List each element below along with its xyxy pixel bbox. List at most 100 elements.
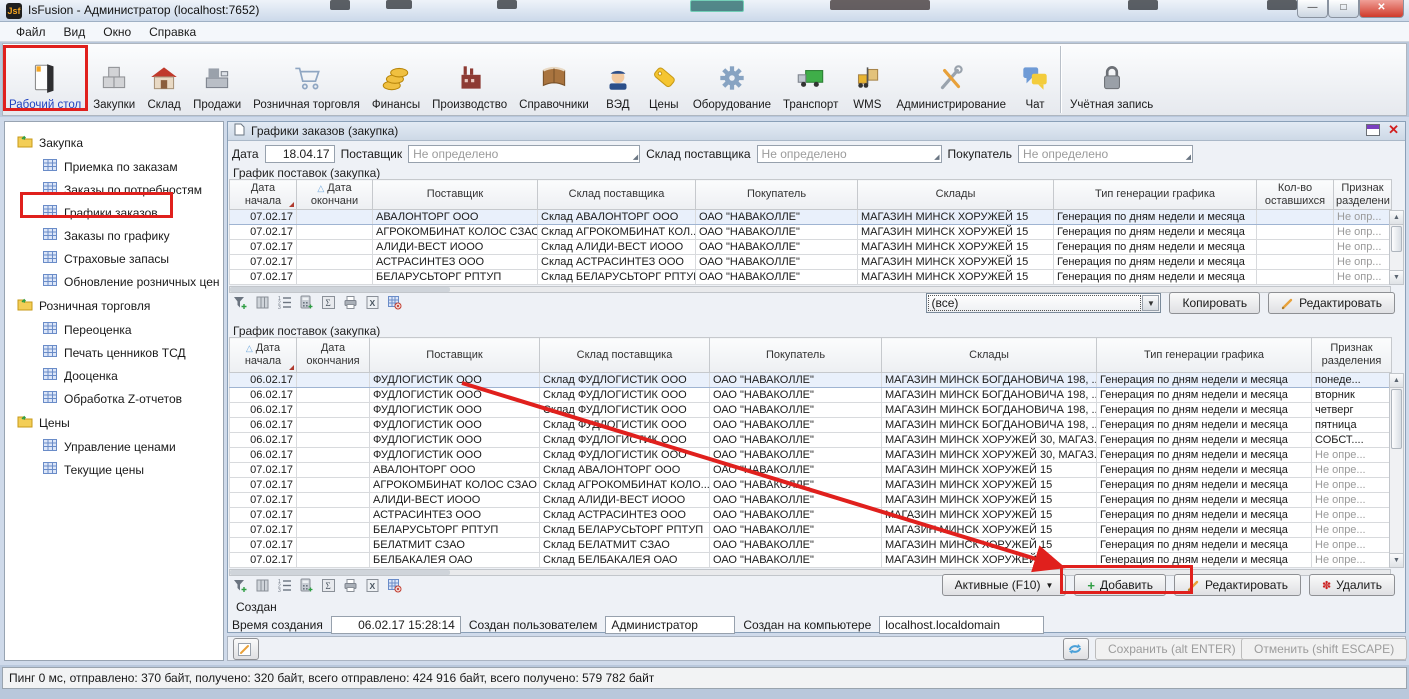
toolbar-item-zakupki[interactable]: Закупки [87,44,141,115]
columns-icon[interactable] [254,294,271,310]
sidebar-item-grafiki-zakazov[interactable]: Графики заказов [5,201,223,224]
column-header[interactable]: Покупатель [696,180,858,210]
filter-add-icon[interactable] [232,294,249,310]
table-row[interactable]: 07.02.17АГРОКОМБИНАТ КОЛОС СЗАОСклад АГР… [230,225,1392,240]
calculator-icon[interactable] [298,294,315,310]
edit-top-button[interactable]: Редактировать [1268,292,1395,314]
close-button[interactable]: ✕ [1359,0,1404,18]
toolbar-item-oborudovanie[interactable]: Оборудование [687,44,777,115]
filter-add-icon[interactable] [232,577,249,593]
sidebar-item-obnovlenie-roznichnykh-tsen[interactable]: Обновление розничных цен [5,270,223,293]
scroll-thumb[interactable] [230,570,450,575]
sidebar-group-tseny[interactable]: Цены [5,410,223,435]
toolbar-item-desktop[interactable]: Рабочий стол [3,44,87,115]
active-filter-dropdown-button[interactable]: Активные (F10)▼ [942,574,1067,596]
table2-vertical-scrollbar[interactable]: ▲ ▼ [1389,373,1404,568]
column-header[interactable]: Тип генерации графика [1054,180,1257,210]
numbered-list-icon[interactable]: 123 [276,577,293,593]
sidebar-item-zakazy-po-potrebnostyam[interactable]: Заказы по потребностям [5,178,223,201]
table-delete-icon[interactable] [386,577,403,593]
table-row[interactable]: 07.02.17АВАЛОНТОРГ ОООСклад АВАЛОНТОРГ О… [230,210,1392,225]
created-time-field[interactable]: 06.02.17 15:28:14 [331,616,461,634]
toolbar-item-proizvodstvo[interactable]: Производство [426,44,513,115]
sidebar-item-pereotsenka[interactable]: Переоценка [5,318,223,341]
toolbar-item-wms[interactable]: WMS [844,44,890,115]
excel-export-icon[interactable]: X [364,577,381,593]
scroll-up-icon[interactable]: ▲ [1390,211,1403,225]
cancel-button[interactable]: Отменить (shift ESCAPE) [1241,638,1407,660]
copy-button[interactable]: Копировать [1169,292,1260,314]
supplier-filter-combo[interactable]: Не определено◢ [408,145,640,163]
add-button[interactable]: +Добавить [1074,574,1166,596]
minimize-button[interactable]: — [1297,0,1328,18]
refresh-button[interactable] [1063,638,1089,660]
scroll-thumb[interactable] [1391,389,1402,449]
maximize-button[interactable]: □ [1328,0,1359,18]
column-header[interactable]: Поставщик [373,180,538,210]
toolbar-item-account[interactable]: Учётная запись [1064,44,1159,115]
table-row[interactable]: 07.02.17БЕЛАРУСЬТОРГ РПТУПСклад БЕЛАРУСЬ… [230,523,1392,538]
column-header[interactable]: Покупатель [710,338,882,373]
edit-bottom-button[interactable]: Редактировать [1174,574,1301,596]
calculator-icon[interactable] [298,577,315,593]
columns-icon[interactable] [254,577,271,593]
toolbar-item-transport[interactable]: Транспорт [777,44,844,115]
column-header[interactable]: Признак разделени [1334,180,1392,210]
menu-window[interactable]: Окно [95,23,139,41]
printer-icon[interactable] [342,294,359,310]
column-header[interactable]: Дата начала [230,180,297,210]
sidebar-item-zakazy-po-grafiku[interactable]: Заказы по графику [5,224,223,247]
toolbar-item-tseny[interactable]: Цены [641,44,687,115]
table-row[interactable]: 07.02.17БЕЛБАКАЛЕЯ ОАОСклад БЕЛБАКАЛЕЯ О… [230,553,1392,568]
excel-export-icon[interactable]: X [364,294,381,310]
column-header[interactable]: Дата окончания [297,338,370,373]
toolbar-item-administrirovanie[interactable]: Администрирование [890,44,1012,115]
sidebar-item-pechat-tsennikov-tsd[interactable]: Печать ценников ТСД [5,341,223,364]
sigma-icon[interactable]: Σ [320,577,337,593]
toolbar-item-spravochniki[interactable]: Справочники [513,44,595,115]
column-header[interactable]: △Дата начала [230,338,297,373]
scroll-down-icon[interactable]: ▼ [1390,270,1403,284]
scroll-thumb[interactable] [1391,226,1402,252]
table-row[interactable]: 07.02.17АЛИДИ-ВЕСТ ИОООСклад АЛИДИ-ВЕСТ … [230,493,1392,508]
toolbar-item-chat[interactable]: Чат [1012,44,1058,115]
save-button[interactable]: Сохранить (alt ENTER) [1095,638,1249,660]
created-computer-field[interactable]: localhost.localdomain [879,616,1044,634]
column-header[interactable]: Тип генерации графика [1097,338,1312,373]
sidebar-item-priemka-po-zakazam[interactable]: Приемка по заказам [5,155,223,178]
sidebar-group-roznichnaya[interactable]: Розничная торговля [5,293,223,318]
panel-restore-icon[interactable] [1366,124,1380,136]
filter-preset-dropdown[interactable]: (все)▼ [926,293,1161,313]
panel-close-icon[interactable]: ✕ [1388,124,1399,136]
column-header[interactable]: Склады [858,180,1054,210]
sidebar-item-obrabotka-z-otchetov[interactable]: Обработка Z-отчетов [5,387,223,410]
column-header[interactable]: Склады [882,338,1097,373]
table-delete-icon[interactable] [386,294,403,310]
sidebar-item-tekushchie-tseny[interactable]: Текущие цены [5,458,223,481]
scroll-up-icon[interactable]: ▲ [1390,374,1403,388]
toolbar-item-prodazhi[interactable]: Продажи [187,44,247,115]
menu-file[interactable]: Файл [8,23,54,41]
sidebar-group-zakupka[interactable]: Закупка [5,130,223,155]
toolbar-item-sklad[interactable]: Склад [141,44,187,115]
table-row[interactable]: 07.02.17БЕЛАРУСЬТОРГ РПТУПСклад БЕЛАРУСЬ… [230,270,1392,285]
table-row[interactable]: 06.02.17ФУДЛОГИСТИК ОООСклад ФУДЛОГИСТИК… [230,418,1392,433]
table-row[interactable]: 06.02.17ФУДЛОГИСТИК ОООСклад ФУДЛОГИСТИК… [230,373,1392,388]
table1-vertical-scrollbar[interactable]: ▲ ▼ [1389,210,1404,285]
scroll-down-icon[interactable]: ▼ [1390,553,1403,567]
toolbar-item-ved[interactable]: ВЭД [595,44,641,115]
menu-view[interactable]: Вид [56,23,94,41]
column-header[interactable]: Склад поставщика [540,338,710,373]
created-user-field[interactable]: Администратор [605,616,735,634]
column-header[interactable]: △Дата окончани [297,180,373,210]
delete-button[interactable]: ✽Удалить [1309,574,1395,596]
column-header[interactable]: Признак разделения [1312,338,1392,373]
table-row[interactable]: 07.02.17АЛИДИ-ВЕСТ ИОООСклад АЛИДИ-ВЕСТ … [230,240,1392,255]
table-row[interactable]: 07.02.17АВАЛОНТОРГ ОООСклад АВАЛОНТОРГ О… [230,463,1392,478]
table-row[interactable]: 07.02.17АСТРАСИНТЕЗ ОООСклад АСТРАСИНТЕЗ… [230,255,1392,270]
buyer-filter-combo[interactable]: Не определено◢ [1018,145,1193,163]
menu-help[interactable]: Справка [141,23,204,41]
scroll-thumb[interactable] [230,287,450,292]
sidebar-item-upravlenie-tsenami[interactable]: Управление ценами [5,435,223,458]
toolbar-item-finansy[interactable]: Финансы [366,44,426,115]
